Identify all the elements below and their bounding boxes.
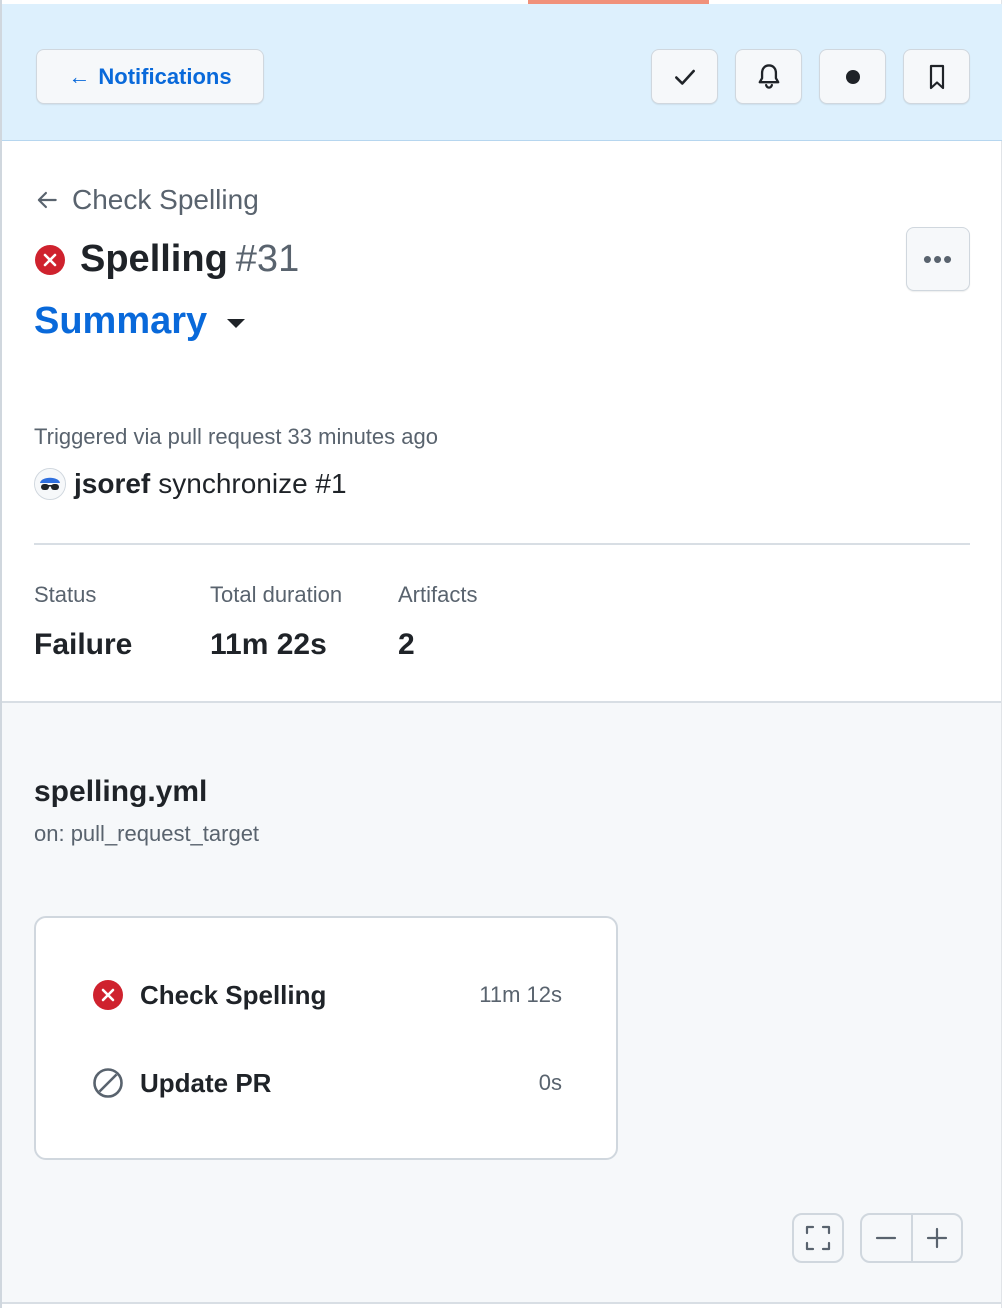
job-name: Check Spelling: [140, 979, 327, 1010]
job-item[interactable]: Update PR 0s: [92, 1063, 562, 1103]
plus-icon: [926, 1227, 947, 1249]
back-label: Notifications: [98, 63, 232, 89]
minus-icon: [876, 1236, 897, 1240]
zoom-controls: [860, 1213, 963, 1263]
stat-value: Failure: [34, 628, 133, 661]
job-group-card: Check Spelling 11m 12s Update PR 0s: [34, 916, 618, 1160]
zoom-in-button[interactable]: [913, 1215, 962, 1261]
job-item[interactable]: Check Spelling 11m 12s: [92, 975, 562, 1015]
workflow-file-name: spelling.yml: [34, 775, 208, 808]
caret-down-icon: [227, 319, 246, 328]
bell-icon: [758, 63, 779, 89]
fullscreen-button[interactable]: [792, 1213, 844, 1263]
divider: [34, 543, 970, 545]
screen-full-icon: [805, 1225, 831, 1251]
avatar[interactable]: [34, 468, 66, 500]
back-to-notifications-button[interactable]: ← Notifications: [36, 49, 264, 104]
trigger-text: Triggered via pull request 33 minutes ag…: [34, 424, 438, 449]
job-duration: 11m 12s: [479, 982, 562, 1007]
stat-label: Artifacts: [398, 582, 478, 607]
arrow-left-icon: [37, 191, 57, 209]
workflow-trigger: on: pull_request_target: [34, 821, 260, 846]
view-selector[interactable]: Summary: [34, 300, 246, 343]
job-name: Update PR: [140, 1067, 272, 1098]
summary-label: Summary: [34, 300, 208, 342]
bookmark-icon: [929, 64, 944, 89]
kebab-horizontal-icon: •••: [922, 243, 954, 274]
arrow-left-icon: ←: [68, 63, 91, 89]
zoom-out-button[interactable]: [862, 1215, 911, 1261]
dot-icon: [845, 69, 860, 84]
more-options-button[interactable]: •••: [906, 227, 970, 291]
breadcrumb-label: Check Spelling: [72, 184, 259, 215]
avatar-image: [35, 469, 65, 499]
subscribe-button[interactable]: [735, 49, 802, 104]
breadcrumb[interactable]: Check Spelling: [34, 182, 259, 218]
run-number: #31: [235, 238, 300, 280]
notification-bar: ← Notifications: [2, 4, 1002, 141]
check-icon: [674, 69, 695, 85]
mark-done-button[interactable]: [651, 49, 718, 104]
page-title: Spelling #31: [34, 238, 299, 281]
actor-link[interactable]: jsoref: [74, 468, 150, 500]
job-duration: 0s: [538, 1070, 562, 1095]
workflow-graph: spelling.yml on: pull_request_target Che…: [2, 701, 1001, 1304]
x-circle-fill-icon: [35, 244, 65, 275]
stat-status: Status Failure: [34, 582, 132, 662]
actor-action: synchronize #1: [158, 468, 347, 499]
stat-total-duration: Total duration 11m 22s: [210, 582, 342, 662]
stat-label: Total duration: [210, 582, 343, 607]
mark-unread-button[interactable]: [819, 49, 886, 104]
stat-label: Status: [34, 582, 97, 607]
actor-row: jsoref synchronize #1: [34, 468, 347, 500]
stat-artifacts: Artifacts 2: [398, 582, 477, 662]
x-circle-fill-icon: [93, 980, 123, 1010]
stat-value[interactable]: 2: [398, 628, 477, 662]
stat-value: 11m 22s: [210, 628, 327, 661]
save-button[interactable]: [903, 49, 970, 104]
run-title: Spelling: [80, 238, 228, 280]
skip-icon: [93, 1068, 123, 1098]
